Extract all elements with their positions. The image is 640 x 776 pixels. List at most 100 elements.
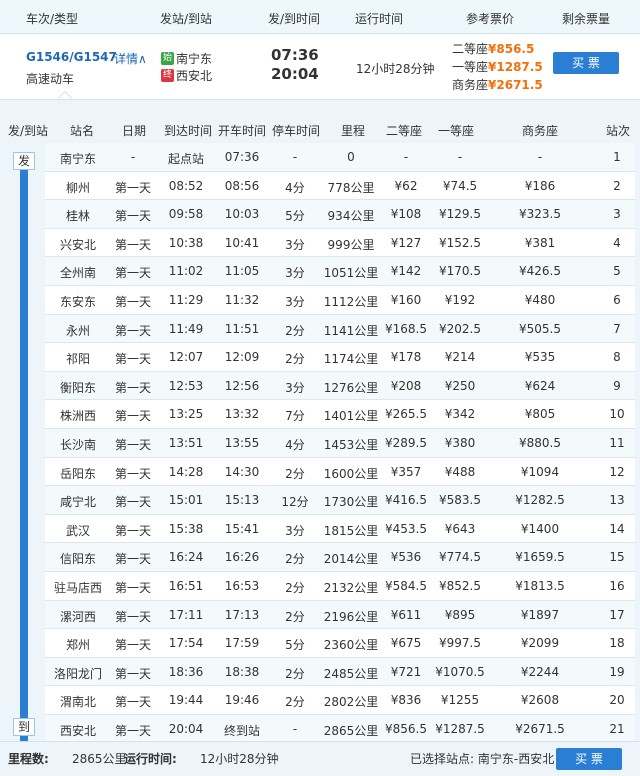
stop-duration: 2分 [285, 552, 305, 567]
table-row: 郑州 第一天 17:54 17:59 5分 2360公里 ¥675 ¥997.5 ¥2099 18 [45, 629, 635, 658]
stop-number: 7 [613, 321, 621, 336]
table-row: 东安东 第一天 11:29 11:32 3分 1112公里 ¥160 ¥192 ¥480 6 [45, 286, 635, 315]
second-class-price: ¥289.5 [385, 436, 427, 450]
business-class-price: ¥480 [524, 293, 556, 307]
date: 第一天 [114, 523, 151, 538]
stop-number: 15 [609, 550, 625, 565]
first-class-price: ¥583.5 [439, 493, 481, 508]
first-class-price: ¥192 [444, 293, 476, 307]
second-class-price: ¥142 [390, 264, 422, 279]
stop-number: 16 [609, 579, 625, 593]
mileage: 1051公里 [323, 266, 379, 281]
train-summary-row: G1546/G1547 详情∧ 高速动车 始 南宁东 终 西安北 07:36 2… [0, 34, 640, 98]
stop-number: 2 [613, 178, 621, 193]
table-row: 驻马店西 第一天 16:51 16:53 2分 2132公里 ¥584.5 ¥852.5 ¥18… [45, 572, 635, 601]
arrive-time: 11:49 [168, 321, 204, 336]
stop-list-panel: 发/到站 站名 日期 到达时间 开车时间 停车时间 里程 二等座 一等座 商务座… [0, 99, 640, 770]
to-station: 终 西安北 [161, 67, 212, 84]
stop-number: 4 [613, 235, 621, 250]
stop-number: 10 [609, 407, 625, 422]
col-remaining-header: 剩余票量 [562, 12, 611, 26]
date: 第一天 [114, 638, 151, 653]
first-class-price: ¥774.5 [439, 550, 481, 565]
second-class-price: ¥856.5 [385, 722, 427, 736]
arrive-time: 10:38 [168, 235, 204, 250]
first-class-price: ¥342 [444, 407, 476, 422]
th-station: 站名 [70, 124, 95, 138]
buy-ticket-button[interactable]: 买 票 [553, 52, 619, 74]
train-number-link[interactable]: G1546/G1547 [26, 50, 117, 64]
date: 第一天 [114, 409, 151, 424]
origin-badge-icon: 始 [161, 52, 174, 65]
mileage: 1112公里 [323, 295, 379, 309]
table-row: 全州南 第一天 11:02 11:05 3分 1051公里 ¥142 ¥170.5 ¥426.5… [45, 257, 635, 286]
second-class-price: ¥675 [390, 636, 422, 651]
business-class-price: ¥505.5 [519, 321, 561, 336]
stop-duration: 3分 [285, 523, 305, 538]
stop-duration: 3分 [285, 266, 305, 281]
stop-duration: 3分 [285, 380, 305, 395]
station-name: 岳阳东 [59, 466, 96, 481]
table-row: 永州 第一天 11:49 11:51 2分 1141公里 ¥168.5 ¥202.5 ¥505.… [45, 314, 635, 344]
table-row: 柳州 第一天 08:52 08:56 4分 778公里 ¥62 ¥74.5 ¥186 2 [45, 171, 635, 201]
from-station: 始 南宁东 [161, 50, 212, 67]
first-class-price: ¥997.5 [439, 636, 481, 651]
first-class-price: ¥1287.5 [435, 722, 485, 736]
stop-number: 6 [613, 293, 621, 307]
th-arrive-time: 到达时间 [164, 124, 213, 138]
mileage: 1730公里 [323, 495, 379, 510]
business-class-price: ¥186 [524, 178, 556, 193]
first-class-price: ¥488 [444, 464, 476, 479]
depart-tag: 发 [13, 152, 35, 170]
business-class-price: ¥1813.5 [515, 579, 565, 593]
route-rail [20, 160, 28, 770]
business-class-price: ¥535 [524, 350, 556, 365]
date: 第一天 [114, 666, 151, 681]
th-stop-time: 停车时间 [272, 124, 321, 138]
detail-toggle[interactable]: 详情∧ [114, 50, 147, 67]
date: 第一天 [114, 438, 151, 452]
stop-number: 18 [609, 636, 625, 651]
stop-number: 13 [609, 493, 625, 508]
table-row: 西安北 第一天 20:04 终到站 - 2865公里 ¥856.5 ¥1287.5 ¥2671.… [45, 715, 635, 744]
table-row: 南宁东 - 起点站 07:36 - 0 - - - 1 [45, 143, 635, 172]
mileage: 2485公里 [323, 666, 379, 681]
date: 第一天 [114, 352, 151, 367]
second-class-price: ¥208 [390, 378, 422, 393]
stop-duration: 2分 [285, 581, 305, 595]
second-class-price: ¥536 [390, 550, 422, 565]
mileage: 2865公里 [323, 724, 379, 738]
mileage: 2360公里 [323, 638, 379, 653]
station-name: 柳州 [65, 180, 90, 195]
mileage: 1401公里 [323, 409, 379, 424]
table-row: 祁阳 第一天 12:07 12:09 2分 1174公里 ¥178 ¥214 ¥535 8 [45, 343, 635, 372]
second-class-price: ¥611 [390, 607, 422, 622]
second-class-price: - [403, 150, 409, 164]
depart-time: 11:51 [224, 321, 260, 336]
business-class-price: ¥1400 [520, 521, 560, 536]
arrive-time: 20:04 [271, 65, 319, 83]
first-class-price: ¥152.5 [439, 235, 481, 250]
date: 第一天 [114, 581, 151, 595]
arrive-tag: 到 [13, 718, 35, 736]
stop-number: 20 [609, 693, 625, 708]
date: 第一天 [114, 466, 151, 481]
stop-duration: 3分 [285, 295, 305, 309]
arrive-time: 12:07 [168, 350, 204, 365]
table-row: 衡阳东 第一天 12:53 12:56 3分 1276公里 ¥208 ¥250 ¥624 9 [45, 371, 635, 401]
mileage: 2132公里 [323, 581, 379, 595]
stop-duration: 4分 [285, 438, 305, 452]
arrive-time: 15:38 [168, 521, 204, 536]
table-row: 桂林 第一天 09:58 10:03 5分 934公里 ¥108 ¥129.5 ¥323.5 3 [45, 200, 635, 229]
first-class-price: ¥170.5 [439, 264, 481, 279]
date: 第一天 [114, 323, 151, 338]
depart-time: 10:41 [224, 235, 260, 250]
selected-stations: 已选择站点: 南宁东-西安北 [410, 752, 555, 766]
stop-duration: 12分 [281, 495, 309, 510]
arrive-time: 16:24 [168, 550, 204, 565]
footer-buy-ticket-button[interactable]: 买 票 [556, 748, 622, 770]
stop-number: 8 [613, 350, 621, 365]
arrive-time: 09:58 [168, 207, 204, 222]
station-name: 兴安北 [59, 237, 96, 252]
depart-time: 终到站 [223, 724, 260, 738]
